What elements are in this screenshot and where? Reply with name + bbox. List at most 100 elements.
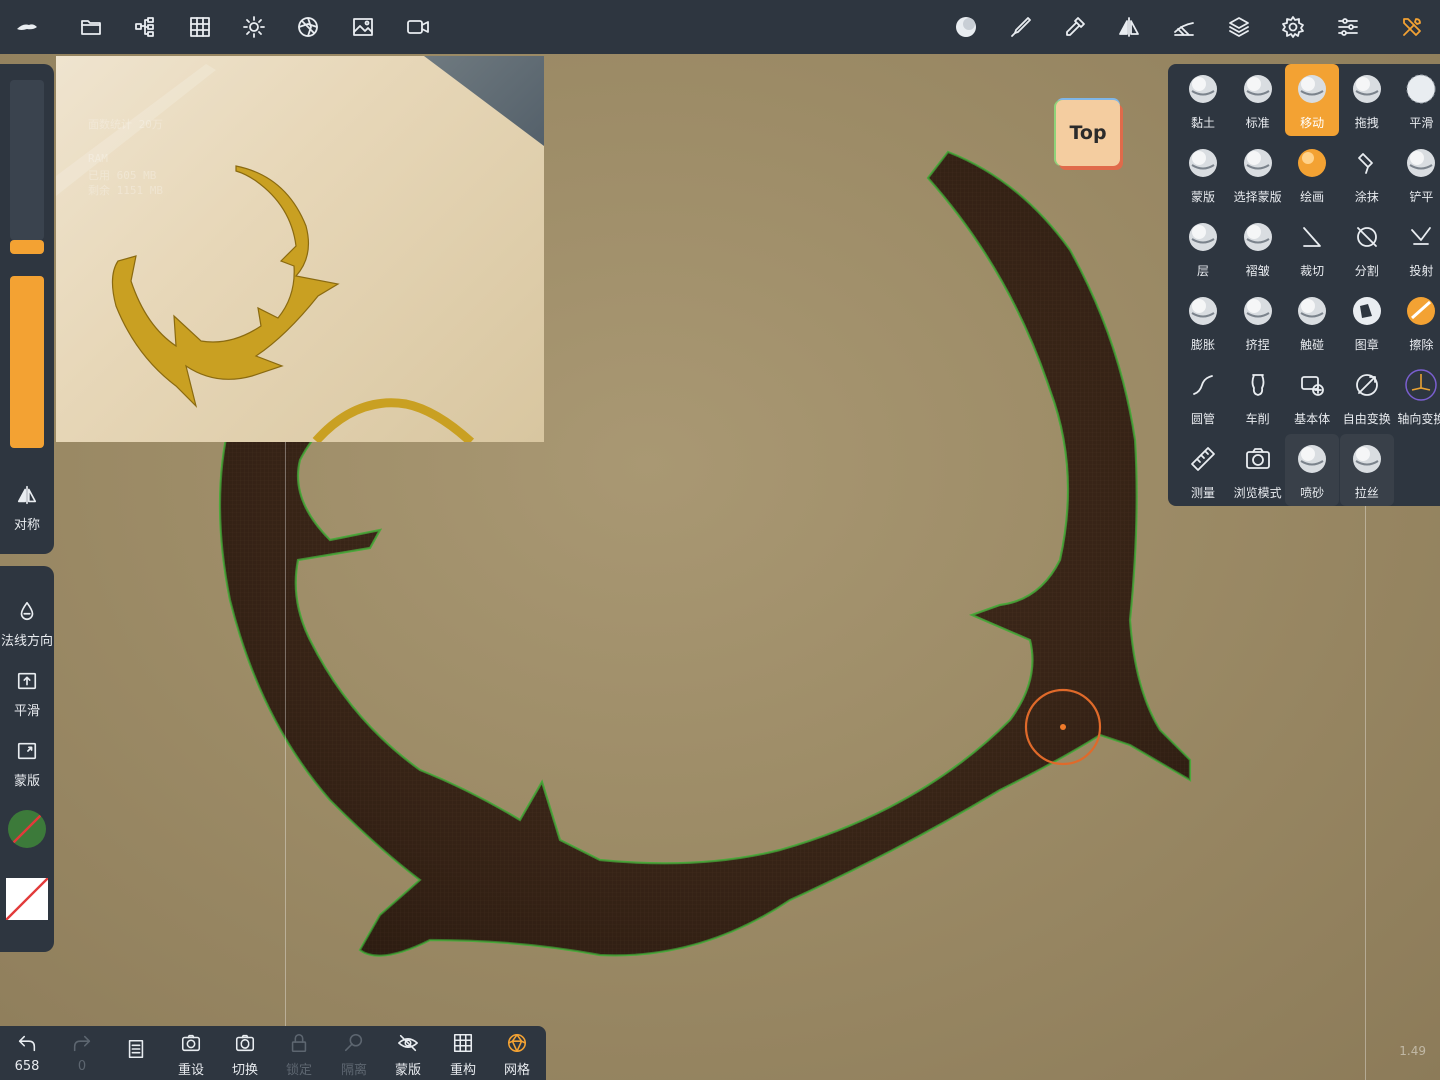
sun-icon[interactable] <box>236 9 272 45</box>
pen-icon[interactable] <box>1166 9 1202 45</box>
tool-erase[interactable]: 擦除 <box>1394 286 1440 358</box>
info-button[interactable] <box>109 1038 163 1064</box>
undo-icon <box>18 1035 36 1052</box>
primitive-icon <box>1285 368 1339 402</box>
drag-icon <box>1340 72 1394 106</box>
tool-drag[interactable]: 拖拽 <box>1340 64 1394 136</box>
logo-icon[interactable] <box>9 9 45 45</box>
tool-trim[interactable]: 裁切 <box>1285 212 1339 284</box>
tool-label: 触碰 <box>1300 338 1325 352</box>
tool-label: 基本体 <box>1294 412 1331 426</box>
color-swatch-none[interactable] <box>6 878 48 920</box>
move-icon <box>1285 72 1339 106</box>
isolate-label: 隔离 <box>340 1063 367 1078</box>
material-icon[interactable] <box>290 9 326 45</box>
pick-icon[interactable] <box>1057 9 1093 45</box>
symmetry-button[interactable]: 对称 <box>0 484 54 533</box>
tool-stamp[interactable]: 图章 <box>1340 286 1394 358</box>
tools-icon[interactable] <box>1394 9 1430 45</box>
tool-paint[interactable]: 绘画 <box>1285 138 1339 210</box>
ref-info-line: 已用 605 MB <box>88 169 157 182</box>
tool-tube[interactable]: 圆管 <box>1176 360 1230 432</box>
document-icon <box>128 1039 144 1059</box>
color-swatch-green[interactable] <box>8 810 46 848</box>
tool-smooth[interactable]: 平滑 <box>1394 64 1440 136</box>
tool-sandblast[interactable]: 喷砂 <box>1285 434 1340 506</box>
switch-button[interactable]: 切换 <box>218 1032 272 1078</box>
brush-icon[interactable] <box>1003 9 1039 45</box>
tool-label: 喷砂 <box>1300 486 1325 500</box>
tool-pinch[interactable]: 挤捏 <box>1231 286 1285 358</box>
lock-button[interactable]: 锁定 <box>272 1032 326 1078</box>
tool-label: 擦除 <box>1409 338 1434 352</box>
scene-tree-icon[interactable] <box>127 9 163 45</box>
switch-label: 切换 <box>231 1063 258 1078</box>
lock-icon <box>291 1033 307 1053</box>
view-cube-top[interactable]: Top <box>1056 100 1120 166</box>
tool-label: 圆管 <box>1190 412 1215 426</box>
slider-handle[interactable] <box>10 240 44 254</box>
grid-icon[interactable] <box>182 9 218 45</box>
nudge-icon <box>1285 294 1339 328</box>
symmetry-icon[interactable] <box>1111 9 1147 45</box>
reset-button[interactable]: 重设 <box>164 1032 218 1078</box>
tube-icon <box>1176 368 1230 402</box>
isolate-icon <box>344 1033 363 1052</box>
tool-smudge[interactable]: 涂抹 <box>1340 138 1394 210</box>
tool-label: 测量 <box>1190 486 1215 500</box>
tool-label: 黏土 <box>1190 116 1215 130</box>
bottom-toolbar: 658 0 重设 切换 锁定 隔离 蒙版 重构 网格 <box>0 1026 546 1080</box>
smooth-button[interactable]: 平滑 <box>0 670 54 719</box>
tool-select-mask[interactable]: 选择蒙版 <box>1231 138 1285 210</box>
undo-button[interactable]: 658 <box>0 1032 54 1074</box>
tool-free-transform[interactable]: 自由变换 <box>1340 360 1394 432</box>
ref-info-line: RAM <box>88 152 108 165</box>
video-icon[interactable] <box>400 9 436 45</box>
tool-lathe[interactable]: 车削 <box>1231 360 1285 432</box>
mask-icon <box>1176 146 1230 180</box>
tool-split[interactable]: 分割 <box>1340 212 1394 284</box>
tool-flatten[interactable]: 铲平 <box>1394 138 1440 210</box>
tool-standard[interactable]: 标准 <box>1231 64 1285 136</box>
tool-label: 选择蒙版 <box>1233 190 1282 204</box>
remesh-grid-icon <box>453 1033 473 1053</box>
tool-measure[interactable]: 测量 <box>1176 434 1230 506</box>
tool-primitive[interactable]: 基本体 <box>1285 360 1339 432</box>
tool-brushed[interactable]: 拉丝 <box>1339 434 1394 506</box>
paint-icon <box>1285 146 1339 180</box>
mask-button[interactable]: 蒙版 <box>0 740 54 789</box>
tool-label: 投射 <box>1409 264 1434 278</box>
layers-icon[interactable] <box>1221 9 1257 45</box>
intensity-slider[interactable] <box>10 276 44 448</box>
sliders-icon[interactable] <box>1330 9 1366 45</box>
tool-view-mode[interactable]: 浏览模式 <box>1231 434 1285 506</box>
tool-label: 车削 <box>1245 412 1270 426</box>
isolate-button[interactable]: 隔离 <box>327 1032 381 1078</box>
redo-button[interactable]: 0 <box>55 1032 109 1074</box>
normal-direction-button[interactable]: 法线方向 <box>0 600 54 649</box>
image-icon[interactable] <box>345 9 381 45</box>
tool-project[interactable]: 投射 <box>1394 212 1440 284</box>
tool-layer[interactable]: 层 <box>1176 212 1230 284</box>
trim-icon <box>1285 220 1339 254</box>
redo-count: 0 <box>77 1059 87 1074</box>
tool-mask[interactable]: 蒙版 <box>1176 138 1230 210</box>
layer-icon <box>1176 220 1230 254</box>
tool-clay[interactable]: 黏土 <box>1176 64 1230 136</box>
tool-nudge[interactable]: 触碰 <box>1285 286 1339 358</box>
smooth-icon <box>1394 72 1440 106</box>
tool-crease[interactable]: 褶皱 <box>1231 212 1285 284</box>
radius-slider[interactable] <box>10 80 44 240</box>
tool-inflate[interactable]: 膨胀 <box>1176 286 1230 358</box>
matcap-icon[interactable] <box>948 9 984 45</box>
reset-label: 重设 <box>177 1063 204 1078</box>
mask-toggle-button[interactable]: 蒙版 <box>381 1032 435 1078</box>
remesh-button[interactable]: 重构 <box>436 1032 490 1078</box>
settings-icon[interactable] <box>1275 9 1311 45</box>
reference-image[interactable]: 面数统计 20万 RAM 已用 605 MB 剩余 1151 MB <box>56 56 544 442</box>
clay-icon <box>1176 72 1230 106</box>
tool-move[interactable]: 移动 <box>1285 64 1340 136</box>
folder-icon[interactable] <box>73 9 109 45</box>
tool-axis-transform[interactable]: 轴向变换 <box>1394 360 1440 432</box>
wireframe-button[interactable]: 网格 <box>490 1032 544 1078</box>
